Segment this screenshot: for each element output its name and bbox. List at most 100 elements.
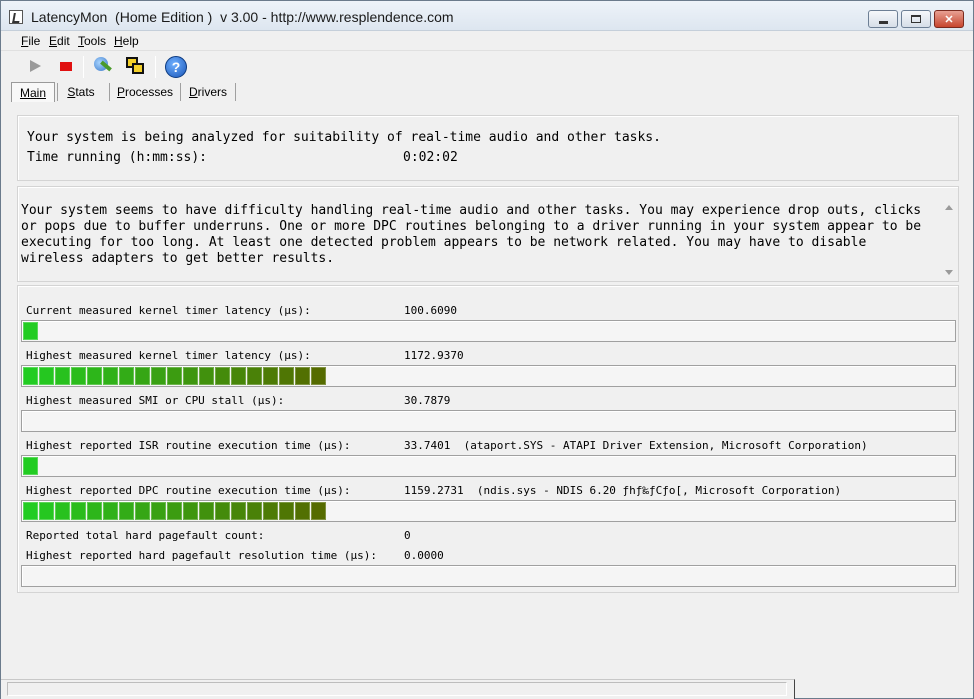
close-button[interactable]: ✕	[934, 10, 964, 28]
level-segment	[279, 367, 294, 385]
toolbar-separator	[155, 56, 156, 78]
pagefault-count-label: Reported total hard pagefault count:	[26, 529, 265, 542]
help-icon[interactable]	[164, 55, 187, 78]
dpc-label: Highest reported DPC routine execution t…	[26, 484, 351, 497]
menu-bar: File Edit Tools Help	[1, 31, 973, 51]
level-segment	[151, 502, 166, 520]
level-segment	[183, 367, 198, 385]
level-segment	[39, 367, 54, 385]
level-segment	[263, 502, 278, 520]
toolbar	[1, 52, 973, 80]
minimize-button[interactable]	[868, 10, 898, 28]
level-segment	[119, 367, 134, 385]
minimize-icon	[878, 20, 888, 24]
level-segment	[55, 502, 70, 520]
pagefault-time-bar	[21, 565, 956, 587]
time-running-value: 0:02:02	[403, 150, 458, 165]
app-icon	[9, 10, 23, 24]
tools-icon[interactable]	[91, 55, 113, 77]
level-segment	[199, 502, 214, 520]
app-window: LatencyMon (Home Edition ) v 3.00 - http…	[0, 0, 974, 699]
level-segment	[87, 502, 102, 520]
status-bar	[1, 679, 795, 699]
level-segment	[103, 502, 118, 520]
play-icon[interactable]	[25, 55, 47, 77]
status-bar-pane	[7, 682, 787, 696]
level-segment	[247, 367, 262, 385]
level-segment	[71, 367, 86, 385]
stop-icon[interactable]	[55, 55, 77, 77]
tab-stats[interactable]: Stats	[59, 82, 103, 102]
analysis-status-panel: Your system is being analyzed for suitab…	[17, 115, 959, 181]
menu-edit[interactable]: Edit	[49, 34, 70, 48]
level-segment	[23, 322, 38, 340]
close-icon: ✕	[944, 13, 954, 26]
smi-stall-label: Highest measured SMI or CPU stall (µs):	[26, 394, 285, 407]
dpc-detail: (ndis.sys - NDIS 6.20 ƒhƒ‰ƒCƒo[, Microso…	[476, 484, 842, 497]
level-segment	[103, 367, 118, 385]
smi-stall-value: 30.7879	[404, 394, 451, 407]
tab-drivers[interactable]: Drivers	[183, 82, 233, 102]
level-segment	[135, 367, 150, 385]
isr-value: 33.7401 (ataport.SYS - ATAPI Driver Exte…	[404, 439, 868, 452]
level-segment	[295, 502, 310, 520]
level-segment	[231, 502, 246, 520]
scroll-down-icon[interactable]	[945, 270, 953, 275]
conclusion-message: Your system seems to have difficulty han…	[21, 203, 922, 266]
tab-processes[interactable]: Processes	[113, 82, 177, 102]
kernel-current-label: Current measured kernel timer latency (µ…	[26, 304, 311, 317]
level-segment	[215, 502, 230, 520]
scroll-up-icon[interactable]	[945, 205, 953, 210]
window-title: LatencyMon (Home Edition ) v 3.00 - http…	[31, 9, 454, 25]
menu-tools[interactable]: Tools	[78, 34, 106, 48]
kernel-highest-bar	[21, 365, 956, 387]
kernel-highest-label: Highest measured kernel timer latency (µ…	[26, 349, 311, 362]
time-running-label: Time running (h:mm:ss):	[27, 150, 208, 165]
analysis-status-text: Your system is being analyzed for suitab…	[27, 130, 661, 145]
menu-help[interactable]: Help	[114, 34, 139, 48]
conclusion-scrollbar[interactable]	[942, 201, 956, 279]
dpc-bar	[21, 500, 956, 522]
level-segment	[135, 502, 150, 520]
level-segment	[167, 367, 182, 385]
metrics-panel: Current measured kernel timer latency (µ…	[17, 285, 959, 593]
level-segment	[119, 502, 134, 520]
level-segment	[151, 367, 166, 385]
level-segment	[279, 502, 294, 520]
tab-main[interactable]: Main	[11, 82, 55, 102]
level-segment	[247, 502, 262, 520]
level-segment	[167, 502, 182, 520]
level-segment	[87, 367, 102, 385]
level-segment	[295, 367, 310, 385]
toolbar-separator	[83, 56, 84, 78]
conclusion-panel: Your system seems to have difficulty han…	[17, 186, 959, 282]
smi-stall-bar	[21, 410, 956, 432]
level-segment	[39, 502, 54, 520]
title-bar[interactable]: LatencyMon (Home Edition ) v 3.00 - http…	[1, 1, 973, 31]
menu-file[interactable]: File	[21, 34, 40, 48]
kernel-current-value: 100.6090	[404, 304, 457, 317]
kernel-highest-value: 1172.9370	[404, 349, 464, 362]
level-segment	[55, 367, 70, 385]
level-segment	[311, 367, 326, 385]
level-segment	[183, 502, 198, 520]
level-segment	[231, 367, 246, 385]
tab-strip: Main Stats Processes Drivers	[1, 81, 973, 103]
level-segment	[23, 457, 38, 475]
maximize-button[interactable]	[901, 10, 931, 28]
level-segment	[199, 367, 214, 385]
maximize-icon	[911, 15, 921, 23]
level-segment	[263, 367, 278, 385]
pagefault-time-label: Highest reported hard pagefault resoluti…	[26, 549, 377, 562]
level-segment	[215, 367, 230, 385]
isr-bar	[21, 455, 956, 477]
isr-label: Highest reported ISR routine execution t…	[26, 439, 351, 452]
level-segment	[23, 367, 38, 385]
level-segment	[71, 502, 86, 520]
level-segment	[311, 502, 326, 520]
dpc-value: 1159.2731 (ndis.sys - NDIS 6.20 ƒhƒ‰ƒCƒo…	[404, 484, 842, 497]
level-segment	[23, 502, 38, 520]
windows-icon[interactable]	[124, 55, 146, 77]
pagefault-time-value: 0.0000	[404, 549, 444, 562]
pagefault-count-value: 0	[404, 529, 411, 542]
